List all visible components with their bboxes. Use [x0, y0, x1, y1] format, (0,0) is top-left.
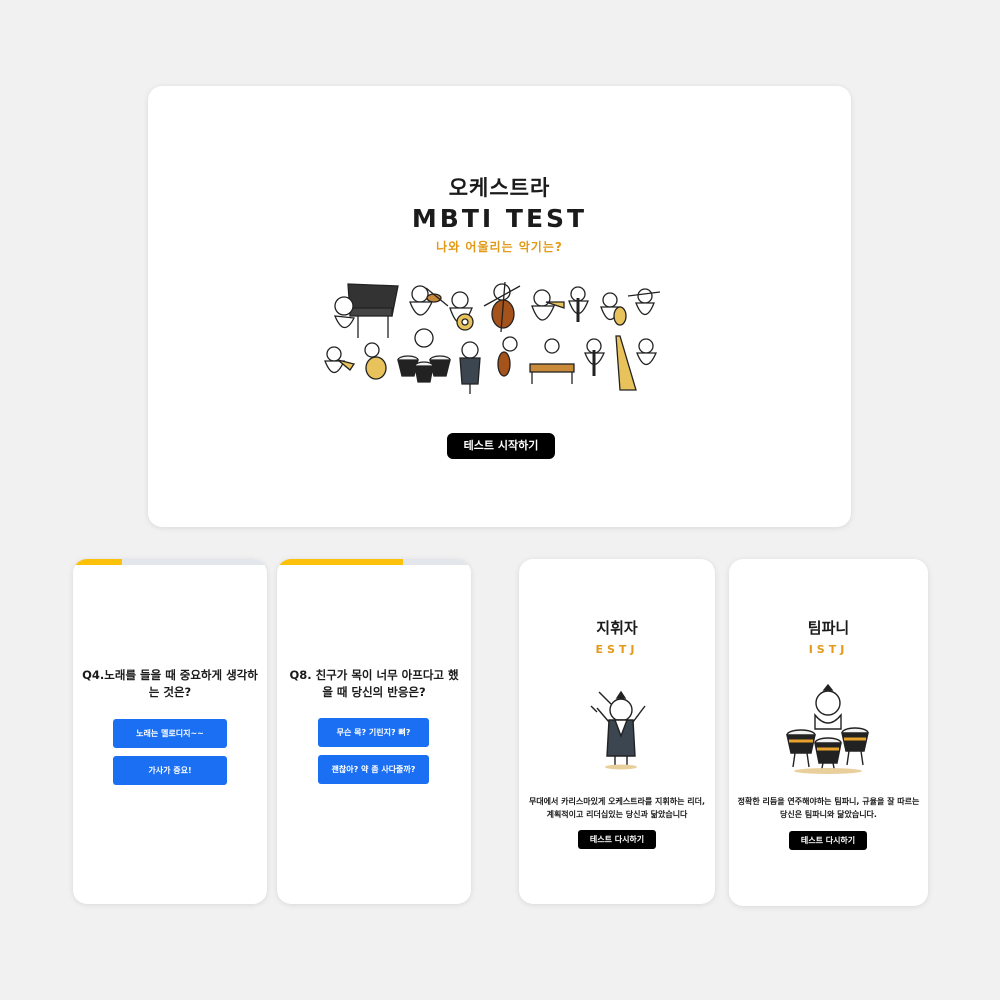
answer-button-a[interactable]: 무슨 목? 기린지? 뼈? — [318, 718, 429, 747]
question-card-4: Q4.노래를 들을 때 중요하게 생각하는 것은? 노래는 멜로디지~~ 가사가… — [73, 559, 267, 904]
result-description: 정확한 리듬을 연주해야하는 팀파니, 규율을 잘 따르는 당신은 팀파니와 닮… — [737, 797, 920, 819]
result-mbti-type: ESTJ — [595, 643, 639, 656]
horn-player-figure — [449, 291, 474, 331]
subtitle: 나와 어울리는 악기는? — [436, 240, 563, 254]
title-english: MBTI TEST — [411, 204, 588, 233]
title-korean: 오케스트라 — [448, 176, 551, 200]
saxophone-player-figure — [324, 346, 356, 374]
orchestra-illustration — [324, 281, 661, 394]
retry-test-button[interactable]: 테스트 다시하기 — [789, 831, 867, 850]
answer-button-b[interactable]: 괜찮아? 약 좀 사다줄까? — [318, 755, 429, 784]
result-name: 지휘자 — [596, 619, 638, 637]
result-description: 무대에서 카리스마있게 오케스트라를 지휘하는 리더, 계획적이고 리더십있는 … — [528, 797, 706, 819]
question-text: Q4.노래를 들을 때 중요하게 생각하는 것은? — [82, 668, 258, 699]
tuba-player-figure — [364, 342, 387, 380]
double-bass-player-figure — [497, 336, 518, 377]
timpani-player-figure — [397, 328, 451, 383]
clarinet-player-figure — [568, 286, 589, 322]
result-mbti-type: ISTJ — [808, 643, 849, 656]
cymbal-player-figure — [600, 292, 627, 326]
intro-card: 오케스트라 MBTI TEST 나와 어울리는 악기는? 테스트 시작하기 — [148, 86, 851, 527]
cello-player-figure — [483, 281, 521, 333]
violin-player-figure — [409, 285, 449, 316]
harp-player-figure — [615, 335, 657, 391]
piano-player-figure — [333, 283, 399, 338]
oboe-player-figure — [584, 338, 605, 376]
flute-player-figure — [627, 288, 661, 316]
question-card-8: Q8. 친구가 목이 너무 아프다고 했을 때 당신의 반응은? 무슨 목? 기… — [277, 559, 471, 904]
retry-test-button[interactable]: 테스트 다시하기 — [578, 830, 656, 849]
result-card-conductor: 지휘자 ESTJ 무대에서 카리스마있게 오케스트라를 지휘하는 리더, 계획적… — [519, 559, 715, 904]
progress-bar — [73, 559, 267, 565]
progress-fill — [73, 559, 122, 565]
timpani-illustration — [786, 683, 869, 774]
start-test-button[interactable]: 테스트 시작하기 — [447, 433, 555, 459]
answer-button-b[interactable]: 가사가 중요! — [113, 756, 227, 785]
progress-fill — [277, 559, 404, 565]
result-name: 팀파니 — [807, 619, 850, 637]
conductor-figure — [459, 341, 481, 394]
answer-button-a[interactable]: 노래는 멜로디지~~ — [113, 719, 227, 748]
progress-bar — [277, 559, 471, 565]
result-card-timpani: 팀파니 ISTJ 정확한 리듬을 연주해야하는 팀파니, 규율을 잘 따르는 당… — [729, 559, 928, 906]
conductor-illustration — [590, 690, 646, 770]
question-text: Q8. 친구가 목이 너무 아프다고 했을 때 당신의 반응은? — [289, 668, 459, 699]
trumpet-player-figure — [531, 289, 565, 321]
xylophone-player-figure — [529, 338, 575, 384]
